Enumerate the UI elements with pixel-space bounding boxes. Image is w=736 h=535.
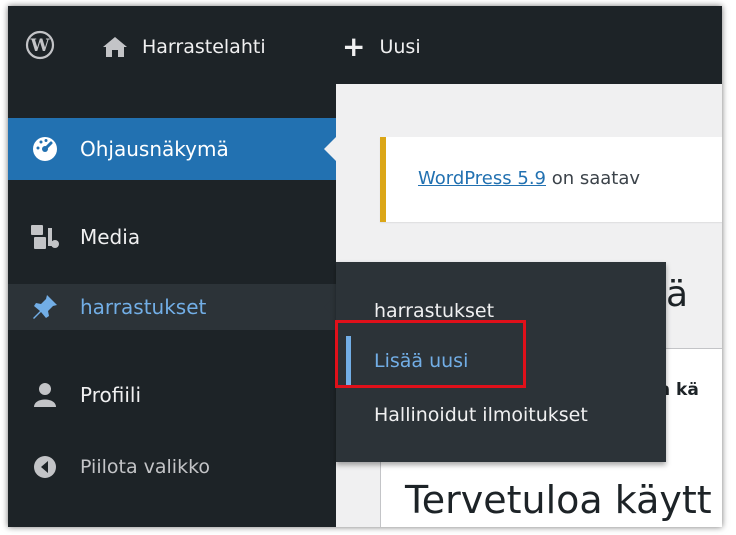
sidebar-item-profile[interactable]: Profiili [8, 372, 336, 418]
sidebar-item-label: Profiili [80, 383, 141, 407]
screenshot-frame: W Harrastelahti + Uusi Ohjausnäkymä Medi… [8, 6, 722, 527]
sidebar-item-label: harrastukset [80, 295, 207, 319]
sidebar-item-label: Ohjausnäkymä [80, 137, 229, 161]
site-name-label: Harrastelahti [142, 36, 266, 58]
admin-bar: W Harrastelahti + Uusi [8, 6, 722, 84]
update-notice: WordPress 5.9 on saatav [380, 137, 722, 222]
sidebar-item-harrastukset[interactable]: harrastukset [8, 284, 336, 330]
collapse-menu-button[interactable]: Piilota valikko [8, 444, 336, 490]
plus-icon: + [342, 30, 366, 63]
sidebar-item-media[interactable]: Media [8, 214, 336, 260]
wordpress-update-link[interactable]: WordPress 5.9 [418, 168, 546, 189]
new-content-link[interactable]: + Uusi [342, 30, 421, 63]
sidebar-item-label: Piilota valikko [80, 456, 211, 478]
site-name-link[interactable]: Harrastelahti [102, 34, 266, 60]
media-icon [30, 222, 60, 252]
welcome-title: Tervetuloa käytt [405, 478, 712, 522]
highlight-annotation-box [335, 320, 526, 388]
sidebar-item-dashboard[interactable]: Ohjausnäkymä [8, 118, 336, 180]
new-content-label: Uusi [379, 36, 421, 58]
submenu-item-managed-listings[interactable]: Hallinoidut ilmoitukset [374, 404, 588, 426]
submenu-item-harrastukset[interactable]: harrastukset [374, 300, 494, 322]
collapse-arrow-icon [30, 452, 60, 482]
sidebar-item-label: Media [80, 225, 141, 249]
svg-text:W: W [29, 36, 50, 56]
user-icon [30, 380, 60, 410]
admin-sidebar: Ohjausnäkymä Media harrastukset Profiili… [8, 84, 336, 527]
pin-icon [30, 292, 60, 322]
page-title: ä [666, 274, 689, 315]
notice-message: on saatav [546, 168, 641, 189]
flyout-pointer-arrow [324, 295, 336, 319]
wordpress-logo-icon[interactable]: W [25, 30, 55, 60]
home-icon [103, 37, 127, 57]
dashboard-gauge-icon [30, 134, 60, 164]
notice-text: WordPress 5.9 on saatav [418, 168, 640, 189]
current-menu-arrow [324, 137, 336, 161]
